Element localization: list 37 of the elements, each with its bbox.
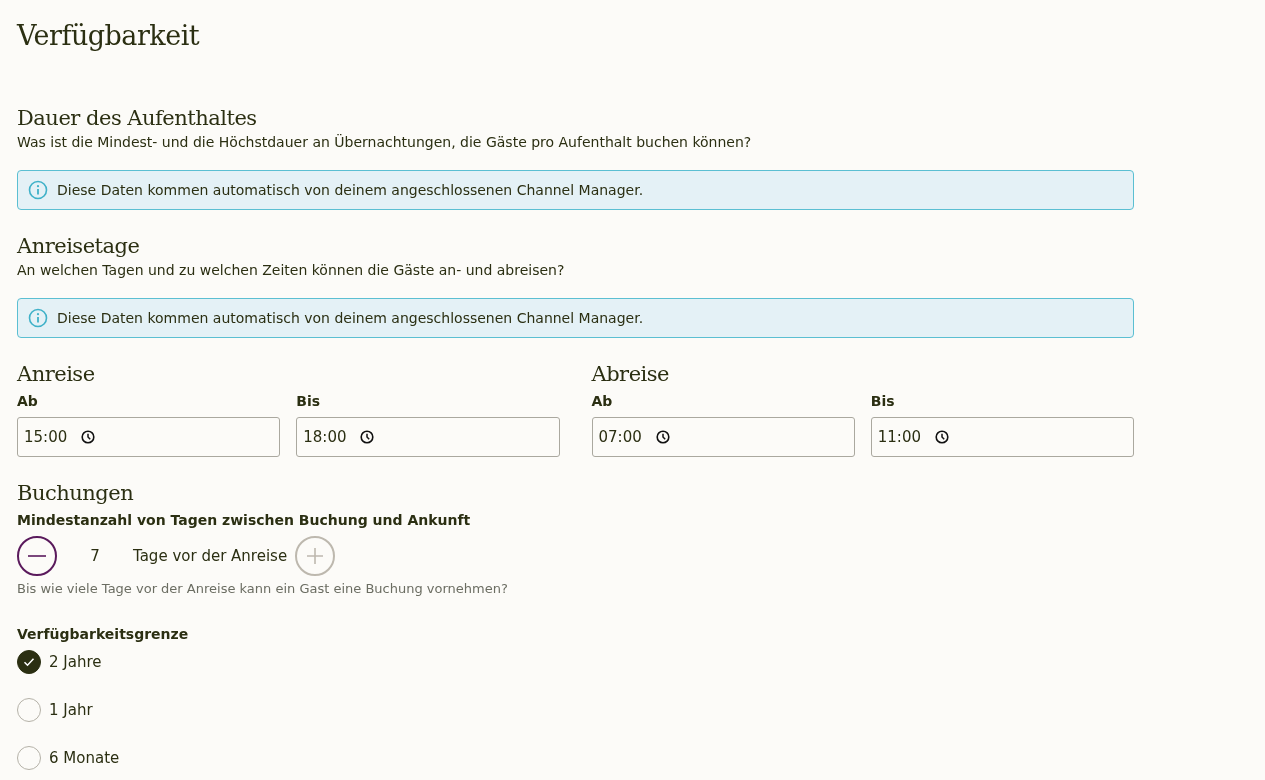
radio-button[interactable] (17, 650, 41, 674)
page-title: Verfügbarkeit (17, 19, 201, 53)
info-icon (28, 180, 48, 200)
field-label: Bis (870, 392, 896, 411)
clock-icon (360, 430, 375, 444)
info-text: Diese Daten kommen automatisch von deinem angeschlossenen Channel Manager. (57, 182, 644, 198)
time-field[interactable]: 18:00 (296, 417, 560, 457)
section-heading: Anreise (17, 361, 96, 388)
clock-icon (81, 430, 96, 444)
minus-icon (28, 555, 46, 557)
checkmark-icon (23, 656, 35, 668)
decrement-button[interactable] (17, 536, 57, 576)
section-heading: Buchungen (17, 480, 135, 507)
field-label: Bis (296, 392, 322, 411)
time-field[interactable]: 07:00 (591, 417, 855, 457)
time-field[interactable]: 11:00 (870, 417, 1134, 457)
field-label: Ab (591, 392, 614, 411)
clock-icon (935, 430, 949, 444)
section-heading: Anreisetage (17, 233, 141, 260)
section-heading: Abreise (591, 361, 670, 388)
stepper-unit: Tage vor der Anreise (133, 547, 288, 565)
radio-label[interactable]: 2 Jahre (49, 653, 102, 671)
info-icon (28, 308, 48, 328)
plus-icon (305, 546, 326, 566)
hint-text: Bis wie viele Tage vor der Anreise kann ein Gast eine Buchung vornehmen? (17, 580, 509, 598)
time-field[interactable]: 15:00 (17, 417, 281, 457)
field-label: Ab (17, 392, 39, 411)
radio-label[interactable]: 6 Monate (49, 749, 120, 767)
radio-label[interactable]: 1 Jahr (49, 701, 93, 719)
section-description: Was ist die Mindest- und die Höchstdauer an Übernachtungen, die Gäste pro Aufenthalt buchen können? (17, 133, 753, 152)
info-text: Diese Daten kommen automatisch von deinem angeschlossenen Channel Manager. (57, 310, 644, 326)
section-description: An welchen Tagen und zu welchen Zeiten können die Gäste an- und abreisen? (17, 261, 566, 280)
section-heading: Dauer des Aufenthaltes (17, 105, 258, 132)
clock-icon (655, 430, 670, 444)
stepper-value: 7 (89, 547, 101, 565)
field-label: Mindestanzahl von Tagen zwischen Buchung und Ankunft (17, 511, 472, 530)
field-label: Verfügbarkeitsgrenze (17, 625, 190, 644)
